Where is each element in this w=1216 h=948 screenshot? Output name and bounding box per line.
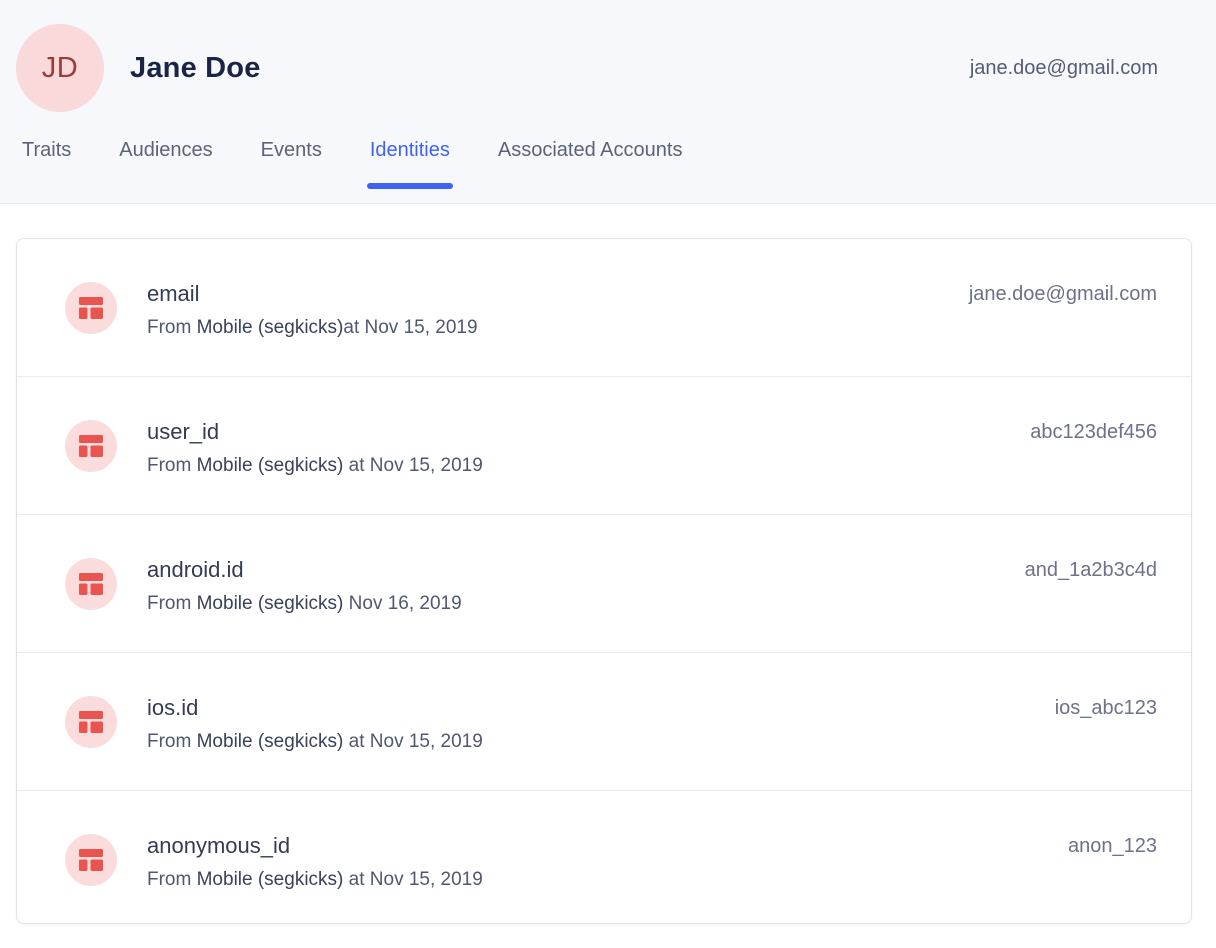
identity-date: at Nov 15, 2019: [343, 731, 482, 752]
from-label: From: [147, 317, 197, 338]
tab-associated-accounts[interactable]: Associated Accounts: [498, 139, 683, 189]
identity-date: Nov 16, 2019: [343, 593, 461, 614]
identity-value: anon_123: [1048, 833, 1157, 859]
layout-icon: [65, 558, 117, 610]
identity-row-email: email From Mobile (segkicks)at Nov 15, 2…: [17, 239, 1191, 377]
identity-date: at Nov 15, 2019: [343, 455, 482, 476]
layout-icon: [65, 282, 117, 334]
identity-row-android-id: android.id From Mobile (segkicks) Nov 16…: [17, 515, 1191, 653]
identity-name: email: [147, 281, 478, 307]
from-label: From: [147, 593, 197, 614]
source-name: Mobile (segkicks): [197, 455, 344, 476]
identity-row-ios-id: ios.id From Mobile (segkicks) at Nov 15,…: [17, 653, 1191, 791]
identity-value: jane.doe@gmail.com: [949, 281, 1157, 307]
identity-text: anonymous_id From Mobile (segkicks) at N…: [147, 833, 483, 892]
identity-value: ios_abc123: [1035, 695, 1157, 721]
identity-text: ios.id From Mobile (segkicks) at Nov 15,…: [147, 695, 483, 754]
identity-source-line: From Mobile (segkicks) at Nov 15, 2019: [147, 454, 483, 478]
identity-row-anonymous-id: anonymous_id From Mobile (segkicks) at N…: [17, 791, 1191, 923]
identity-source-line: From Mobile (segkicks) Nov 16, 2019: [147, 592, 462, 616]
tab-traits[interactable]: Traits: [22, 139, 71, 189]
identities-panel: email From Mobile (segkicks)at Nov 15, 2…: [0, 204, 1216, 948]
from-label: From: [147, 869, 197, 890]
tab-events[interactable]: Events: [261, 139, 322, 189]
identity-source-line: From Mobile (segkicks)at Nov 15, 2019: [147, 316, 478, 340]
identity-date: at Nov 15, 2019: [343, 317, 477, 338]
identity-source-line: From Mobile (segkicks) at Nov 15, 2019: [147, 868, 483, 892]
profile-header: JD Jane Doe jane.doe@gmail.com Traits Au…: [0, 0, 1216, 204]
page-title: Jane Doe: [130, 52, 261, 85]
source-name: Mobile (segkicks): [197, 731, 344, 752]
identity-text: android.id From Mobile (segkicks) Nov 16…: [147, 557, 462, 616]
tab-audiences[interactable]: Audiences: [119, 139, 212, 189]
identity-text: email From Mobile (segkicks)at Nov 15, 2…: [147, 281, 478, 340]
tab-identities[interactable]: Identities: [370, 139, 450, 189]
layout-icon: [65, 834, 117, 886]
from-label: From: [147, 731, 197, 752]
identity-list: email From Mobile (segkicks)at Nov 15, 2…: [16, 238, 1192, 924]
layout-icon: [65, 420, 117, 472]
profile-header-top: JD Jane Doe jane.doe@gmail.com: [0, 0, 1216, 112]
identity-name: android.id: [147, 557, 462, 583]
identity-text: user_id From Mobile (segkicks) at Nov 15…: [147, 419, 483, 478]
identity-value: abc123def456: [1010, 419, 1157, 445]
identity-value: and_1a2b3c4d: [1005, 557, 1157, 583]
identity-name: ios.id: [147, 695, 483, 721]
avatar: JD: [16, 24, 104, 112]
identity-name: anonymous_id: [147, 833, 483, 859]
source-name: Mobile (segkicks): [197, 317, 344, 338]
identity-date: at Nov 15, 2019: [343, 869, 482, 890]
layout-icon: [65, 696, 117, 748]
source-name: Mobile (segkicks): [197, 869, 344, 890]
identity-source-line: From Mobile (segkicks) at Nov 15, 2019: [147, 730, 483, 754]
source-name: Mobile (segkicks): [197, 593, 344, 614]
identity-row-user-id: user_id From Mobile (segkicks) at Nov 15…: [17, 377, 1191, 515]
avatar-initials: JD: [42, 52, 78, 85]
profile-email: jane.doe@gmail.com: [970, 57, 1158, 80]
identity-name: user_id: [147, 419, 483, 445]
from-label: From: [147, 455, 197, 476]
tab-bar: Traits Audiences Events Identities Assoc…: [22, 139, 1216, 189]
